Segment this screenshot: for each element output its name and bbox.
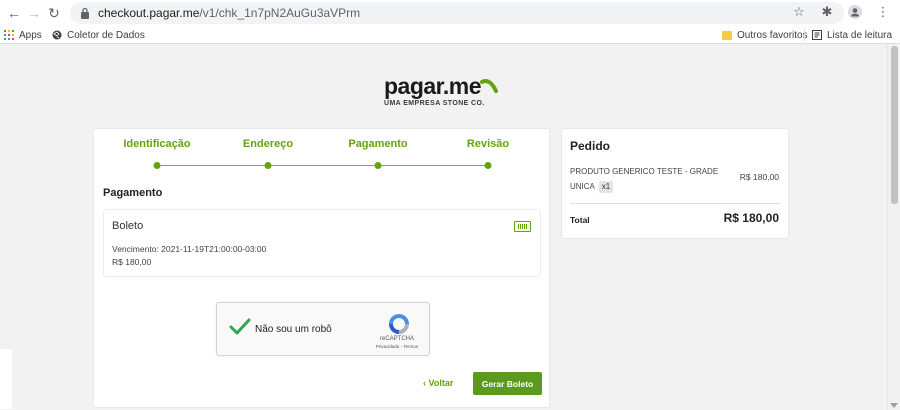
- toolbar-actions: ☆ ✱ ⋮: [790, 3, 892, 21]
- logo-tagline: UMA EMPRESA STONE CO.: [384, 100, 485, 107]
- steps-line: [157, 165, 490, 166]
- total-value: R$ 180,00: [723, 211, 779, 225]
- recaptcha-widget[interactable]: Não sou um robô reCAPTCHA Privacidade - …: [216, 302, 430, 356]
- scrollbar-thumb[interactable]: [891, 46, 898, 204]
- scroll-down-icon[interactable]: [890, 403, 898, 408]
- bookmarks-bar: Apps Coletor de Dados Outros favoritos L…: [0, 26, 900, 44]
- bookmark-star-icon[interactable]: ☆: [790, 3, 808, 21]
- bookmark-apps[interactable]: Apps: [4, 28, 42, 42]
- step-revisao[interactable]: Revisão: [467, 138, 509, 150]
- payment-section-title: Pagamento: [103, 187, 163, 199]
- summary-divider: [570, 203, 780, 204]
- checkout-page: pagar.me UMA EMPRESA STONE CO. Identific…: [0, 44, 887, 410]
- forward-arrow-icon[interactable]: →: [24, 3, 44, 23]
- page-edge: [0, 349, 12, 409]
- generate-boleto-button[interactable]: Gerar Boleto: [473, 372, 542, 395]
- back-link[interactable]: ‹ Voltar: [423, 378, 453, 388]
- payment-amount: R$ 180,00: [112, 257, 152, 267]
- barcode-icon: [514, 221, 531, 232]
- order-summary-card: Pedido PRODUTO GENERICO TESTE - GRADE UN…: [561, 128, 789, 239]
- payment-due-date: Vencimento: 2021-11-19T21:00:00-03:00: [112, 244, 267, 254]
- globe-icon: [52, 30, 62, 40]
- step-identificacao[interactable]: Identificação: [123, 138, 190, 150]
- extensions-icon[interactable]: ✱: [818, 3, 836, 21]
- logo-swoosh-icon: [480, 79, 498, 93]
- page-scrollbar[interactable]: [887, 44, 900, 410]
- url-text: checkout.pagar.me/v1/chk_1n7pN2AuGu3aVPr…: [98, 6, 361, 20]
- checkmark-icon[interactable]: [229, 318, 251, 336]
- checkout-steps: Identificação Endereço Pagamento Revisão: [94, 138, 551, 174]
- lock-icon: [81, 7, 89, 19]
- bookmark-outros[interactable]: Outros favoritos: [722, 28, 808, 42]
- bookmark-lista[interactable]: Lista de leitura: [812, 28, 892, 42]
- payment-method-name: Boleto: [112, 220, 144, 232]
- recaptcha-logo-icon: [389, 314, 409, 334]
- step-dot-identificacao: [153, 162, 161, 169]
- step-pagamento[interactable]: Pagamento: [348, 138, 407, 150]
- pagarme-logo: pagar.me UMA EMPRESA STONE CO.: [384, 74, 514, 114]
- product-price: R$ 180,00: [739, 172, 779, 182]
- total-label: Total: [570, 215, 590, 225]
- step-dot-endereco: [264, 162, 272, 169]
- profile-avatar[interactable]: [846, 3, 864, 21]
- bookmark-coletor[interactable]: Coletor de Dados: [52, 28, 145, 42]
- address-bar[interactable]: checkout.pagar.me/v1/chk_1n7pN2AuGu3aVPr…: [70, 2, 844, 24]
- apps-grid-icon: [4, 30, 14, 40]
- payment-method-box[interactable]: Boleto Vencimento: 2021-11-19T21:00:00-0…: [103, 209, 541, 277]
- browser-toolbar: ← → ↻ checkout.pagar.me/v1/chk_1n7pN2AuG…: [0, 0, 900, 26]
- reload-icon[interactable]: ↻: [44, 3, 64, 23]
- bookmarks-separator: [804, 29, 805, 41]
- folder-icon: [722, 30, 732, 40]
- reading-list-icon: [812, 30, 822, 40]
- step-endereco[interactable]: Endereço: [243, 138, 293, 150]
- quantity-badge: x1: [598, 181, 614, 193]
- order-title: Pedido: [570, 139, 611, 153]
- recaptcha-links[interactable]: Privacidade - Termos: [367, 344, 427, 349]
- recaptcha-brand: reCAPTCHA: [379, 336, 414, 342]
- payment-card: Identificação Endereço Pagamento Revisão…: [93, 128, 550, 408]
- profile-icon: [848, 5, 862, 19]
- menu-kebab-icon[interactable]: ⋮: [874, 3, 892, 21]
- product-name: PRODUTO GENERICO TESTE - GRADE UNICA x1: [570, 167, 719, 193]
- recaptcha-label: Não sou um robô: [255, 324, 332, 335]
- step-dot-revisao: [484, 162, 492, 169]
- back-arrow-icon[interactable]: ←: [4, 3, 24, 23]
- step-dot-pagamento: [374, 162, 382, 169]
